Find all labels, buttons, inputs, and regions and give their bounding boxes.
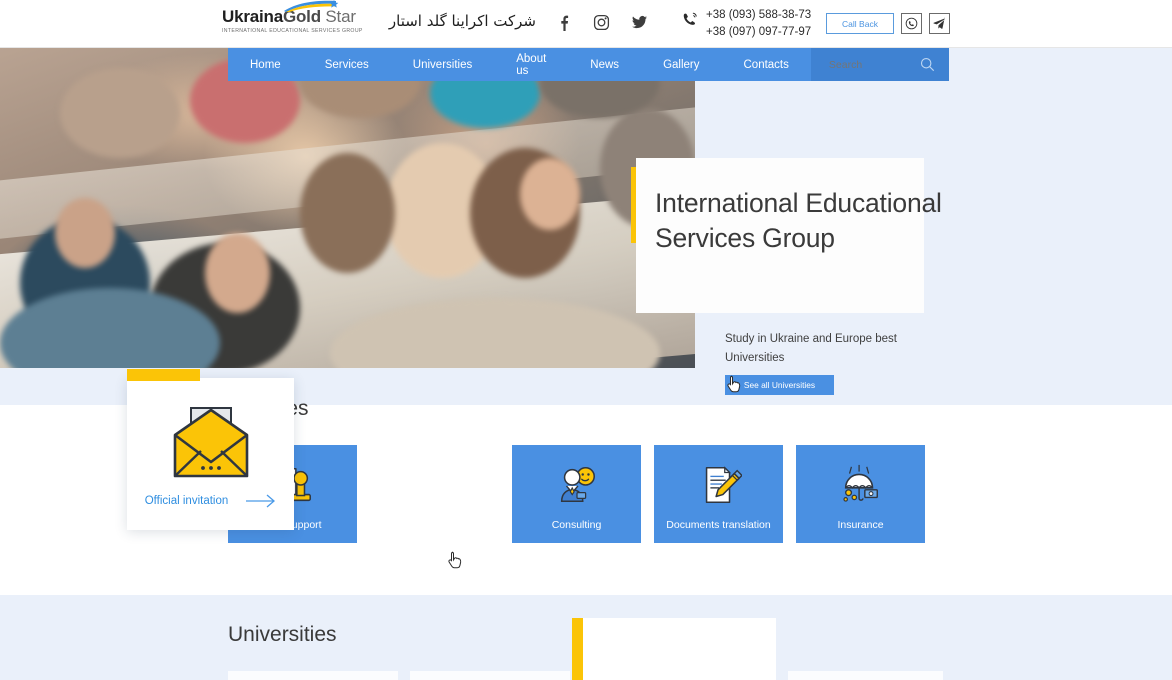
nav-item-gallery[interactable]: Gallery bbox=[641, 48, 721, 81]
social-links bbox=[555, 14, 648, 31]
hero-background-photo bbox=[0, 48, 695, 368]
service-card-documents-translation[interactable]: Documents translation bbox=[654, 445, 783, 543]
nav-items: Home Services Universities About us News… bbox=[228, 48, 811, 81]
logo-subtitle: International Educational Services Group bbox=[222, 28, 363, 34]
search-box[interactable] bbox=[810, 48, 949, 81]
nav-item-news[interactable]: News bbox=[568, 48, 641, 81]
universities-heading: Universities bbox=[228, 623, 337, 646]
arrow-right-icon[interactable] bbox=[246, 494, 276, 508]
facebook-icon[interactable] bbox=[555, 14, 572, 31]
active-card-footer: Official invitation bbox=[127, 494, 294, 508]
service-label-active[interactable]: Official invitation bbox=[145, 495, 229, 507]
hero-subtitle: Study in Ukraine and Europe best Univers… bbox=[725, 333, 897, 364]
logo-word-ukraina: Ukraina bbox=[222, 7, 283, 26]
hero-title: International Educational Services Group bbox=[655, 188, 942, 253]
service-card-insurance[interactable]: Insurance bbox=[796, 445, 925, 543]
university-card[interactable] bbox=[410, 671, 570, 680]
service-card-consulting[interactable]: Consulting bbox=[512, 445, 641, 543]
universities-accent-bar bbox=[572, 618, 583, 680]
site-logo[interactable]: UkrainaGold Star International Education… bbox=[222, 0, 372, 35]
twitter-icon[interactable] bbox=[631, 14, 648, 31]
services-section: Services Visa support bbox=[0, 369, 1172, 595]
hero-section: International Educational Services Group… bbox=[0, 48, 1172, 430]
telegram-icon[interactable] bbox=[929, 13, 950, 34]
top-header-bar: UkrainaGold Star International Education… bbox=[0, 0, 1172, 48]
service-label: Documents translation bbox=[666, 519, 771, 531]
page-root: UkrainaGold Star International Education… bbox=[0, 0, 1172, 680]
document-pencil-icon bbox=[705, 466, 742, 503]
nav-item-home[interactable]: Home bbox=[228, 48, 303, 81]
umbrella-money-icon bbox=[842, 464, 878, 502]
ukraine-flag-swoosh-icon bbox=[284, 0, 339, 12]
consultant-person-icon bbox=[560, 467, 595, 503]
university-card[interactable] bbox=[788, 671, 943, 680]
phone-primary[interactable]: +38 (093) 588-38-73 bbox=[706, 7, 832, 24]
services-card-row: Visa support Consulting bbox=[228, 445, 925, 543]
header-actions: Call Back bbox=[826, 13, 950, 34]
nav-item-contacts[interactable]: Contacts bbox=[722, 48, 811, 81]
farsi-company-name: شرکت اکراینا گلد استار bbox=[388, 12, 536, 30]
main-navigation: Home Services Universities About us News… bbox=[228, 48, 949, 81]
university-card[interactable] bbox=[228, 671, 398, 680]
search-icon[interactable] bbox=[920, 57, 935, 72]
phone-ringing-icon bbox=[683, 12, 697, 25]
whatsapp-icon[interactable] bbox=[901, 13, 922, 34]
service-label: Consulting bbox=[551, 519, 602, 531]
see-all-universities-button[interactable]: See all Universities bbox=[725, 375, 834, 395]
nav-item-universities[interactable]: Universities bbox=[391, 48, 494, 81]
open-envelope-letter-icon bbox=[173, 407, 248, 478]
university-card-featured[interactable] bbox=[583, 618, 776, 680]
hero-title-panel: International Educational Services Group bbox=[636, 158, 942, 313]
service-label: Insurance bbox=[837, 519, 884, 531]
service-card-official-invitation[interactable]: Official invitation bbox=[127, 369, 294, 530]
nav-item-about-us[interactable]: About us bbox=[494, 48, 568, 81]
active-card-tab bbox=[127, 369, 200, 381]
call-back-button[interactable]: Call Back bbox=[826, 13, 894, 34]
instagram-icon[interactable] bbox=[593, 14, 610, 31]
phone-numbers: +38 (093) 588-38-73 +38 (097) 097-77-97 bbox=[682, 7, 832, 41]
phone-secondary[interactable]: +38 (097) 097-77-97 bbox=[706, 24, 832, 41]
nav-item-services[interactable]: Services bbox=[303, 48, 391, 81]
